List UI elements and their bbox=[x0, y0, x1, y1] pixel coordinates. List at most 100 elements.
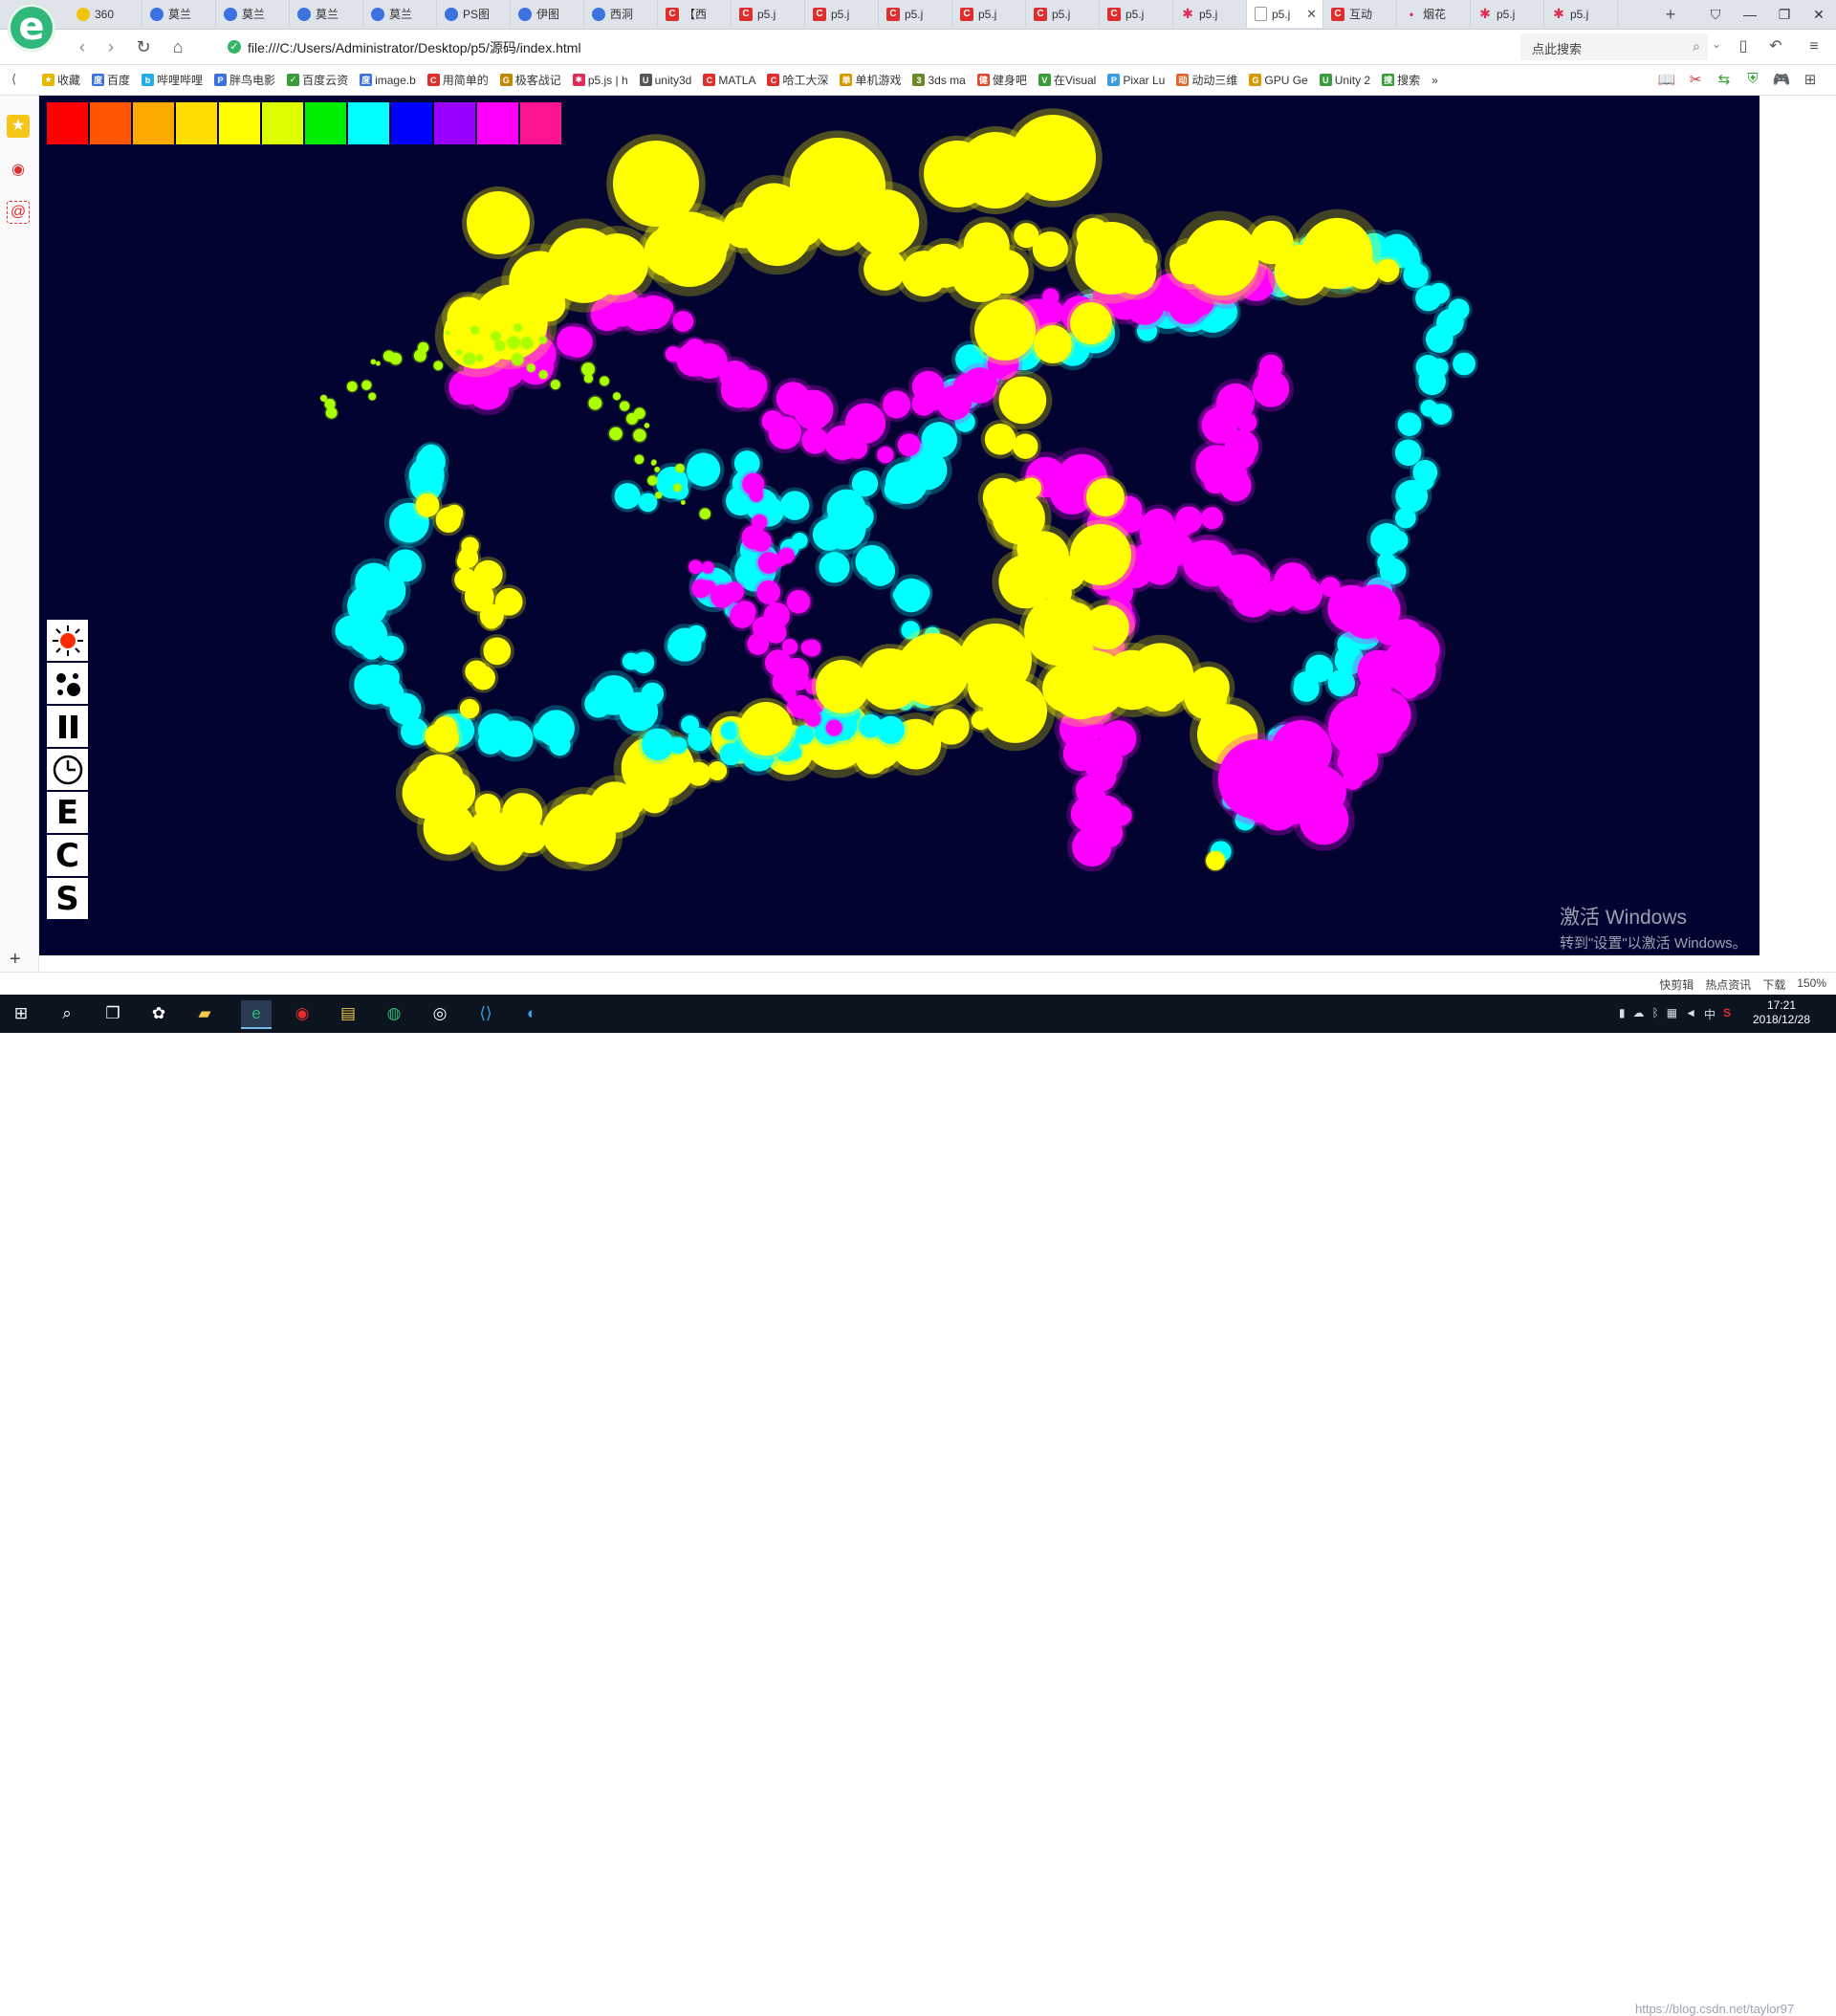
bookmark-item[interactable]: C MATLA bbox=[703, 74, 755, 87]
minimize-button[interactable]: — bbox=[1733, 0, 1767, 29]
reload-button[interactable]: ↻ bbox=[132, 35, 155, 58]
bluetooth-icon[interactable]: ᛒ bbox=[1652, 1006, 1659, 1022]
wechat-icon[interactable]: ◍ bbox=[379, 1000, 409, 1027]
tab-1[interactable]: 莫兰 bbox=[142, 0, 216, 28]
tab-16[interactable]: p5.j ✕ bbox=[1247, 0, 1323, 28]
bookmark-item[interactable]: G 极客战记 bbox=[499, 72, 561, 88]
explorer-icon[interactable]: ▤ bbox=[333, 1000, 363, 1027]
music-icon[interactable]: ◉ bbox=[287, 1000, 317, 1027]
color-swatch[interactable] bbox=[434, 102, 475, 144]
pin-button[interactable]: ⛉ bbox=[1698, 0, 1733, 29]
news-item[interactable]: 热点资讯 bbox=[1705, 976, 1751, 993]
weibo-icon[interactable]: ◉ bbox=[7, 159, 30, 182]
color-swatch[interactable] bbox=[305, 102, 346, 144]
scissors-icon[interactable]: ✂ bbox=[1681, 71, 1710, 88]
app-icon[interactable]: ◐ bbox=[516, 1000, 547, 1027]
bookmark-item[interactable]: 搜搜索 bbox=[1382, 72, 1420, 88]
tab-7[interactable]: 西洞 bbox=[584, 0, 658, 28]
browser-taskbar-icon[interactable]: e bbox=[241, 1000, 272, 1029]
bookmark-item[interactable]: U Unity 2 bbox=[1319, 74, 1370, 87]
c-tool-button[interactable]: C bbox=[47, 835, 88, 876]
game-icon[interactable]: 🎮 bbox=[1767, 71, 1796, 88]
tab-18[interactable]: • 烟花 bbox=[1397, 0, 1471, 28]
tab-6[interactable]: 伊图 bbox=[511, 0, 584, 28]
tab-14[interactable]: Cp5.j bbox=[1100, 0, 1173, 28]
sogou-icon[interactable]: S bbox=[1723, 1006, 1731, 1022]
color-swatch[interactable] bbox=[391, 102, 432, 144]
folder-icon[interactable]: ▰ bbox=[189, 1000, 220, 1027]
color-swatch[interactable] bbox=[90, 102, 131, 144]
page-info-icon[interactable]: ✓ bbox=[228, 40, 241, 54]
clock[interactable]: 17:21 2018/12/28 bbox=[1738, 998, 1825, 1027]
task-view-icon[interactable]: ❐ bbox=[98, 1000, 128, 1027]
bookmark-item[interactable]: b 哔哩哔哩 bbox=[142, 72, 203, 88]
tab-12[interactable]: Cp5.j bbox=[952, 0, 1026, 28]
sketch-canvas[interactable]: E C S 激活 Windows 转到"设置"以激活 Windows。 bbox=[39, 96, 1760, 955]
bookmark-item[interactable]: C 哈工大深 bbox=[767, 72, 828, 88]
bookmark-item[interactable]: ★ 收藏 bbox=[42, 72, 80, 88]
s-tool-button[interactable]: S bbox=[47, 878, 88, 919]
browser-logo[interactable]: e bbox=[8, 4, 55, 52]
tab-11[interactable]: Cp5.j bbox=[879, 0, 952, 28]
forward-button[interactable]: › bbox=[99, 35, 122, 58]
color-swatch[interactable] bbox=[520, 102, 561, 144]
zoom-level[interactable]: 150% bbox=[1797, 976, 1826, 993]
tab-17[interactable]: C 互动 bbox=[1323, 0, 1397, 28]
tab-13[interactable]: Cp5.j bbox=[1026, 0, 1100, 28]
tab-3[interactable]: 莫兰 bbox=[290, 0, 363, 28]
close-window-button[interactable]: ✕ bbox=[1802, 0, 1836, 29]
bookmark-item[interactable]: C 用简单的 bbox=[426, 72, 489, 88]
bookmark-item[interactable]: 度百度 bbox=[92, 72, 130, 88]
bookmark-item[interactable]: Uunity3d bbox=[639, 74, 691, 87]
url-text[interactable]: file:///C:/Users/Administrator/Desktop/p… bbox=[248, 38, 581, 57]
app-icon[interactable]: ✿ bbox=[143, 1000, 174, 1027]
start-icon[interactable]: ⊞ bbox=[6, 1000, 36, 1027]
pause-button[interactable] bbox=[47, 706, 88, 747]
tab-2[interactable]: 莫兰 bbox=[216, 0, 290, 28]
close-tab-icon[interactable]: ✕ bbox=[1306, 7, 1317, 22]
battery-icon[interactable]: ▮ bbox=[1619, 1006, 1626, 1022]
tab-0[interactable]: 360 bbox=[69, 0, 142, 28]
mail-icon[interactable]: @ bbox=[7, 201, 30, 224]
tab-4[interactable]: 莫兰 bbox=[363, 0, 437, 28]
tab-8[interactable]: C 【西 bbox=[658, 0, 732, 28]
tab-19[interactable]: ✱ p5.j bbox=[1471, 0, 1544, 28]
bookmark-item[interactable]: ✱ p5.js | h bbox=[572, 74, 628, 87]
color-swatch[interactable] bbox=[348, 102, 389, 144]
search-icon[interactable]: ⌕ bbox=[52, 1000, 82, 1027]
color-swatch[interactable] bbox=[262, 102, 303, 144]
download-item[interactable]: 下载 bbox=[1762, 976, 1785, 993]
clock-tool-button[interactable] bbox=[47, 749, 88, 790]
favorites-icon[interactable]: ★ bbox=[7, 115, 30, 138]
reading-icon[interactable]: 📖 bbox=[1652, 71, 1681, 88]
bookmark-item[interactable]: P 胖鸟电影 bbox=[214, 72, 275, 88]
e-tool-button[interactable]: E bbox=[47, 792, 88, 833]
search-input[interactable]: 点此搜索 ⌕ bbox=[1520, 33, 1708, 60]
tab-5[interactable]: PS图 bbox=[437, 0, 511, 28]
translate-icon[interactable]: ⇆ bbox=[1710, 71, 1738, 88]
bookmark-item[interactable]: G GPU Ge bbox=[1249, 74, 1308, 87]
bookmark-item[interactable]: 3 3ds ma bbox=[912, 74, 966, 87]
network-icon[interactable]: ▦ bbox=[1667, 1006, 1677, 1022]
home-button[interactable]: ⌂ bbox=[166, 35, 189, 58]
sun-tool-button[interactable] bbox=[47, 620, 88, 661]
shield-icon[interactable]: ⛨ bbox=[1738, 71, 1767, 88]
sidebar-add-button[interactable]: + bbox=[10, 949, 21, 971]
bookmark-icon[interactable]: ▯ bbox=[1733, 36, 1754, 57]
back-button[interactable]: ‹ bbox=[71, 35, 94, 58]
bookmark-item[interactable]: ✓ 百度云资 bbox=[287, 72, 348, 88]
tab-10[interactable]: Cp5.j bbox=[805, 0, 879, 28]
color-swatch[interactable] bbox=[47, 102, 88, 144]
bookmark-item[interactable]: 度 image.b bbox=[360, 74, 416, 87]
tab-15[interactable]: ✱ p5.j bbox=[1173, 0, 1247, 28]
color-swatch[interactable] bbox=[219, 102, 260, 144]
undo-icon[interactable]: ↶ bbox=[1765, 36, 1786, 57]
bookmark-item[interactable]: P Pixar Lu bbox=[1107, 74, 1165, 87]
bookmarks-more-button[interactable]: » bbox=[1432, 74, 1438, 87]
tab-9[interactable]: Cp5.j bbox=[732, 0, 805, 28]
bookmark-item[interactable]: 动动动三维 bbox=[1176, 72, 1237, 88]
app-icon[interactable]: ◎ bbox=[425, 1000, 455, 1027]
dots-tool-button[interactable] bbox=[47, 663, 88, 704]
volume-icon[interactable]: ◄ bbox=[1685, 1006, 1696, 1022]
bookmark-item[interactable]: 单单机游戏 bbox=[840, 72, 901, 88]
